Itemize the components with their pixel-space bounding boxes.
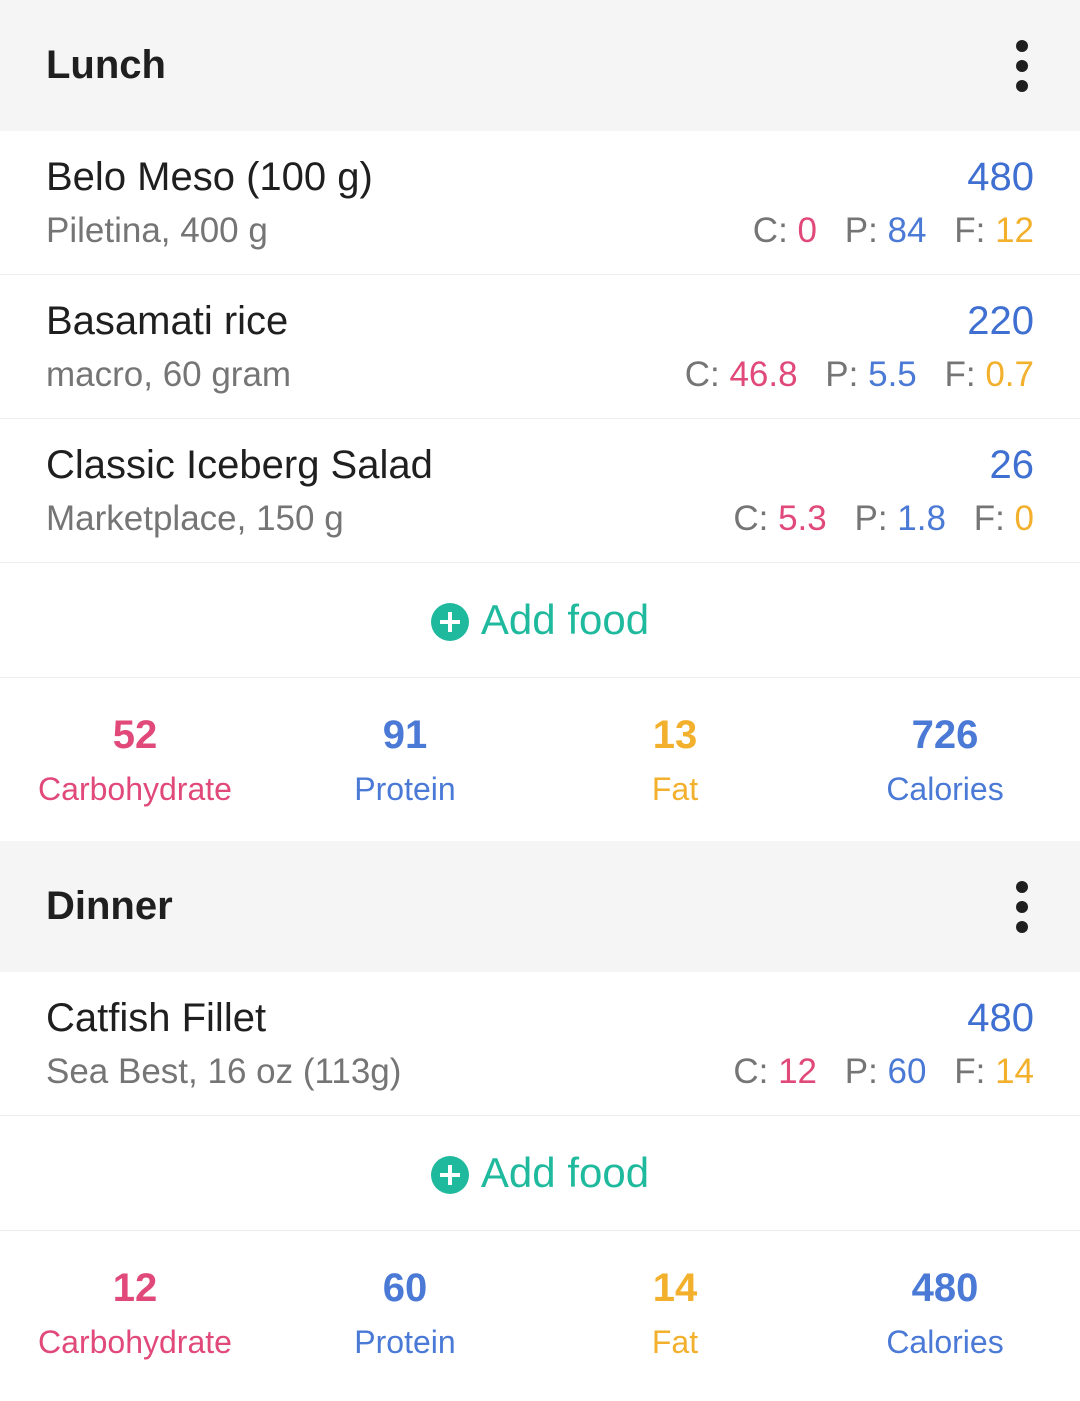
fat-label: F: xyxy=(973,498,1005,538)
meal-header-dinner: Dinner xyxy=(0,841,1080,972)
meal-section-dinner: Dinner Catfish Fillet Sea Best, 16 oz (1… xyxy=(0,841,1080,1394)
fat-label: F: xyxy=(954,210,986,250)
add-food-button[interactable]: Add food xyxy=(430,596,650,644)
food-item[interactable]: Belo Meso (100 g) Piletina, 400 g 480 C:… xyxy=(0,131,1080,275)
plus-circle-icon xyxy=(430,603,469,641)
more-vertical-icon[interactable] xyxy=(1000,34,1044,98)
total-fat-label: Fat xyxy=(651,770,699,807)
protein-label: P: xyxy=(844,210,878,250)
food-macros: C: 5.3 P: 1.8 F: 0 xyxy=(733,497,1034,541)
fat-value: 0 xyxy=(1014,498,1034,538)
fat-label: F: xyxy=(954,1051,986,1091)
add-food-row: Add food xyxy=(0,563,1080,678)
food-brand-serving: Sea Best, 16 oz (113g) xyxy=(46,1051,402,1091)
total-carb-value: 52 xyxy=(112,712,158,757)
protein-label: P: xyxy=(844,1051,878,1091)
food-item[interactable]: Basamati rice macro, 60 gram 220 C: 46.8… xyxy=(0,275,1080,419)
total-carbohydrate: 12 Carbohydrate xyxy=(0,1264,270,1362)
total-fat: 14 Fat xyxy=(540,1264,810,1362)
carb-value: 46.8 xyxy=(729,354,798,394)
meal-section-lunch: Lunch Belo Meso (100 g) Piletina, 400 g … xyxy=(0,0,1080,841)
total-carbohydrate: 52 Carbohydrate xyxy=(0,711,270,809)
total-carb-label: Carbohydrate xyxy=(38,770,232,807)
diary-page: Lunch Belo Meso (100 g) Piletina, 400 g … xyxy=(0,0,1080,1401)
carb-value: 5.3 xyxy=(778,498,827,538)
food-macros: C: 12 P: 60 F: 14 xyxy=(733,1050,1034,1094)
meal-title: Lunch xyxy=(46,43,166,87)
carb-value: 12 xyxy=(778,1051,817,1091)
fat-label: F: xyxy=(944,354,976,394)
carb-label: C: xyxy=(733,1051,769,1091)
food-calories: 480 xyxy=(967,995,1034,1040)
meal-totals: 52 Carbohydrate 91 Protein 13 Fat 726 Ca… xyxy=(0,678,1080,841)
total-carb-value: 12 xyxy=(112,1265,158,1310)
carb-label: C: xyxy=(752,210,788,250)
total-protein-value: 91 xyxy=(382,712,428,757)
protein-value: 5.5 xyxy=(868,354,917,394)
fat-value: 12 xyxy=(995,210,1034,250)
protein-label: P: xyxy=(825,354,859,394)
protein-label: P: xyxy=(854,498,888,538)
food-macros: C: 0 P: 84 F: 12 xyxy=(753,209,1034,253)
total-calories-label: Calories xyxy=(886,1323,1004,1360)
food-item[interactable]: Classic Iceberg Salad Marketplace, 150 g… xyxy=(0,419,1080,563)
more-vertical-icon[interactable] xyxy=(1000,875,1044,939)
protein-value: 60 xyxy=(887,1051,927,1091)
total-calories: 726 Calories xyxy=(810,711,1080,809)
add-food-label: Add food xyxy=(480,596,650,643)
food-name: Basamati rice xyxy=(46,298,289,343)
food-brand-serving: macro, 60 gram xyxy=(46,354,292,394)
fat-value: 0.7 xyxy=(985,354,1034,394)
total-calories: 480 Calories xyxy=(810,1264,1080,1362)
food-calories: 26 xyxy=(989,442,1035,487)
total-carb-label: Carbohydrate xyxy=(38,1323,232,1360)
carb-label: C: xyxy=(733,498,769,538)
total-protein: 91 Protein xyxy=(270,711,540,809)
protein-value: 84 xyxy=(887,210,927,250)
plus-circle-icon xyxy=(430,1156,469,1194)
food-name: Belo Meso (100 g) xyxy=(46,154,373,199)
total-fat-value: 13 xyxy=(652,712,698,757)
meal-title: Dinner xyxy=(46,884,173,928)
add-food-label: Add food xyxy=(480,1149,650,1196)
food-calories: 220 xyxy=(967,298,1034,343)
meal-totals: 12 Carbohydrate 60 Protein 14 Fat 480 Ca… xyxy=(0,1231,1080,1394)
total-protein-value: 60 xyxy=(382,1265,428,1310)
total-calories-value: 726 xyxy=(911,712,979,757)
total-protein-label: Protein xyxy=(354,1323,456,1360)
food-calories: 480 xyxy=(967,154,1034,199)
total-fat: 13 Fat xyxy=(540,711,810,809)
food-macros: C: 46.8 P: 5.5 F: 0.7 xyxy=(685,353,1034,397)
meal-header-lunch: Lunch xyxy=(0,0,1080,131)
add-food-button[interactable]: Add food xyxy=(430,1149,650,1197)
carb-value: 0 xyxy=(797,210,817,250)
food-item[interactable]: Catfish Fillet Sea Best, 16 oz (113g) 48… xyxy=(0,972,1080,1116)
fat-value: 14 xyxy=(995,1051,1034,1091)
food-brand-serving: Piletina, 400 g xyxy=(46,210,268,250)
total-protein-label: Protein xyxy=(354,770,456,807)
food-name: Classic Iceberg Salad xyxy=(46,442,433,487)
carb-label: C: xyxy=(684,354,720,394)
total-fat-label: Fat xyxy=(651,1323,699,1360)
food-brand-serving: Marketplace, 150 g xyxy=(46,498,344,538)
total-fat-value: 14 xyxy=(652,1265,698,1310)
protein-value: 1.8 xyxy=(897,498,946,538)
total-protein: 60 Protein xyxy=(270,1264,540,1362)
add-food-row: Add food xyxy=(0,1116,1080,1231)
food-name: Catfish Fillet xyxy=(46,995,267,1040)
total-calories-label: Calories xyxy=(886,770,1004,807)
total-calories-value: 480 xyxy=(911,1265,979,1310)
